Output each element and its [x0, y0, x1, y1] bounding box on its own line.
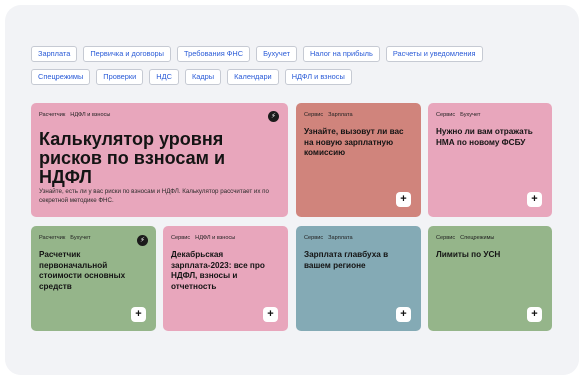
card-meta: Сервис Спецрежимы	[436, 235, 494, 241]
bottom-fade-overlay	[5, 337, 579, 375]
tag-buhuchet[interactable]: Бухучет	[256, 46, 297, 62]
card-type-label: Сервис	[304, 235, 324, 241]
card-meta: Расчетчик Бухучет	[39, 235, 91, 241]
card-meta: Сервис Зарплата	[304, 112, 353, 118]
card-type-label: Сервис	[436, 235, 456, 241]
tag-row-2: Спецрежимы Проверки НДС Кадры Календари …	[31, 69, 541, 85]
lightning-icon: ⚡	[268, 111, 279, 122]
tag-ndfl-vznosy[interactable]: НДФЛ и взносы	[284, 69, 352, 85]
plus-button[interactable]: +	[527, 307, 542, 322]
card-title: Расчетчик первоначальной стоимости основ…	[39, 250, 126, 291]
tag-trebovaniya-fns[interactable]: Требования ФНС	[176, 46, 251, 62]
main-panel: Зарплата Первичка и договоры Требования …	[5, 5, 579, 375]
card-salary-commission[interactable]: Сервис Зарплата Узнайте, вызовут ли вас …	[296, 103, 421, 217]
card-category-label: НДФЛ и взносы	[195, 235, 236, 241]
plus-button[interactable]: +	[263, 307, 278, 322]
tag-row-1: Зарплата Первичка и договоры Требования …	[31, 46, 541, 62]
card-meta: Сервис НДФЛ и взносы	[171, 235, 235, 241]
tag-filter-list: Зарплата Первичка и договоры Требования …	[31, 46, 541, 92]
tag-kadry[interactable]: Кадры	[184, 69, 222, 85]
tag-pervichka[interactable]: Первичка и договоры	[83, 46, 171, 62]
card-usn-limits[interactable]: Сервис Спецрежимы Лимиты по УСН +	[428, 226, 552, 331]
card-title: Калькулятор уровня рисков по взносам и Н…	[39, 129, 226, 187]
card-description: Узнайте, есть ли у вас риски по взносам …	[39, 188, 269, 204]
tag-zarplata[interactable]: Зарплата	[31, 46, 78, 62]
card-type-label: Сервис	[436, 112, 456, 118]
card-meta: Расчетчик НДФЛ и взносы	[39, 112, 110, 118]
card-title: Декабрьская зарплата-2023: все про НДФЛ,…	[171, 250, 265, 291]
card-meta: Сервис Бухучет	[436, 112, 481, 118]
card-type-label: Сервис	[304, 112, 324, 118]
tag-kalendari[interactable]: Календари	[227, 69, 279, 85]
tag-proverki[interactable]: Проверки	[96, 69, 144, 85]
lightning-icon: ⚡	[137, 235, 148, 246]
card-type-label: Расчетчик	[39, 235, 66, 241]
plus-button[interactable]: +	[527, 192, 542, 207]
plus-button[interactable]: +	[131, 307, 146, 322]
card-category-label: НДФЛ и взносы	[70, 112, 111, 118]
tag-nalog-na-pribyl[interactable]: Налог на прибыль	[302, 46, 380, 62]
tag-specrezhimy[interactable]: Спецрежимы	[31, 69, 91, 85]
card-category-label: Бухучет	[70, 235, 91, 241]
card-meta: Сервис Зарплата	[304, 235, 353, 241]
card-category-label: Бухучет	[460, 112, 481, 118]
card-title: Узнайте, вызовут ли вас на новую зарплат…	[304, 127, 404, 157]
card-chief-accountant-salary[interactable]: Сервис Зарплата Зарплата главбуха в ваше…	[296, 226, 421, 331]
tag-raschety[interactable]: Расчеты и уведомления	[385, 46, 483, 62]
card-type-label: Сервис	[171, 235, 191, 241]
plus-button[interactable]: +	[396, 307, 411, 322]
card-category-label: Спецрежимы	[460, 235, 495, 241]
card-title: Зарплата главбуха в вашем регионе	[304, 250, 389, 270]
card-category-label: Зарплата	[328, 235, 353, 241]
card-title: Лимиты по УСН	[436, 250, 501, 259]
card-risk-calculator[interactable]: Расчетчик НДФЛ и взносы ⚡ Калькулятор ур…	[31, 103, 288, 217]
plus-button[interactable]: +	[396, 192, 411, 207]
card-nma-fsbu[interactable]: Сервис Бухучет Нужно ли вам отражать НМА…	[428, 103, 552, 217]
card-december-salary[interactable]: Сервис НДФЛ и взносы Декабрьская зарплат…	[163, 226, 288, 331]
card-title: Нужно ли вам отражать НМА по новому ФСБУ	[436, 127, 533, 147]
card-type-label: Расчетчик	[39, 112, 66, 118]
card-fixed-assets-calculator[interactable]: Расчетчик Бухучет ⚡ Расчетчик первоначал…	[31, 226, 156, 331]
tag-nds[interactable]: НДС	[149, 69, 179, 85]
card-category-label: Зарплата	[328, 112, 353, 118]
